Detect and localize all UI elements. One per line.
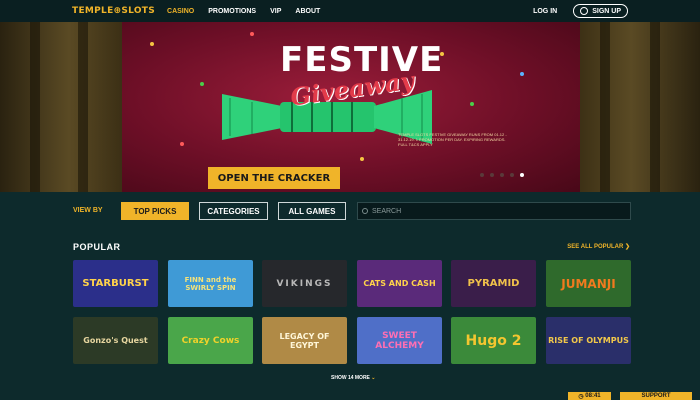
- carousel-dot[interactable]: [510, 173, 514, 177]
- festive-light: [180, 142, 184, 146]
- top-navigation: TEMPLE⊕SLOTS CASINO PROMOTIONS VIP ABOUT…: [0, 0, 700, 22]
- gem-icon: [580, 7, 589, 15]
- show-more-link[interactable]: SHOW 14 MORE ⌄: [331, 375, 376, 381]
- game-tile-vikings[interactable]: VIKINGS: [262, 260, 347, 307]
- see-all-popular-link[interactable]: SEE ALL POPULAR ❯: [567, 243, 630, 250]
- jungle-right-image: [575, 22, 700, 192]
- signup-label: SIGN UP: [592, 7, 621, 15]
- search-icon: [362, 208, 368, 214]
- festive-light: [150, 42, 154, 46]
- jungle-left-image: [0, 22, 125, 192]
- game-tile-crazy-cows[interactable]: Crazy Cows: [168, 317, 253, 364]
- top-picks-button[interactable]: TOP PICKS: [121, 202, 189, 220]
- signup-button[interactable]: SIGN UP: [573, 4, 628, 18]
- game-tile-pyramid[interactable]: PYRAMID: [451, 260, 536, 307]
- festive-light: [470, 102, 474, 106]
- festive-light: [250, 32, 254, 36]
- site-logo[interactable]: TEMPLE⊕SLOTS: [72, 6, 155, 16]
- game-tile-finn[interactable]: FINN and the SWIRLY SPIN: [168, 260, 253, 307]
- game-title: PYRAMID: [467, 278, 520, 289]
- tree-trunk: [30, 22, 40, 192]
- carousel-dots: [480, 173, 524, 177]
- show-more-label: SHOW 14 MORE: [331, 375, 370, 381]
- nav-casino[interactable]: CASINO: [167, 8, 194, 15]
- festive-light: [520, 72, 524, 76]
- chevron-down-icon: ⌄: [371, 375, 376, 381]
- carousel-dot[interactable]: [480, 173, 484, 177]
- view-by-label: VIEW BY: [73, 207, 103, 214]
- open-cracker-button[interactable]: OPEN THE CRACKER: [208, 167, 340, 189]
- search-input[interactable]: [372, 207, 612, 215]
- game-title: JUMANJI: [561, 276, 616, 291]
- game-title: RISE OF OLYMPUS: [548, 336, 629, 345]
- search-bar[interactable]: [357, 202, 631, 220]
- game-tile-legacy-of-egypt[interactable]: LEGACY OF EGYPT: [262, 317, 347, 364]
- nav-promotions[interactable]: PROMOTIONS: [208, 8, 256, 15]
- game-title: SWEET ALCHEMY: [375, 330, 424, 351]
- game-title: Crazy Cows: [181, 335, 240, 346]
- carousel-dot-active[interactable]: [520, 173, 524, 177]
- tree-trunk: [600, 22, 610, 192]
- game-title: STARBURST: [82, 278, 149, 289]
- hero-banner[interactable]: FESTIVE Giveaway TEMPLE SLOTS FESTIVE GI…: [0, 22, 700, 192]
- main-nav: CASINO PROMOTIONS VIP ABOUT: [167, 8, 320, 15]
- game-tile-rise-of-olympus[interactable]: RISE OF OLYMPUS: [546, 317, 631, 364]
- section-title: POPULAR: [73, 242, 121, 252]
- game-tile-starburst[interactable]: STARBURST: [73, 260, 158, 307]
- festive-light: [360, 157, 364, 161]
- game-title: Gonzo's Quest: [83, 336, 148, 345]
- game-tile-sweet-alchemy[interactable]: SWEET ALCHEMY: [357, 317, 442, 364]
- nav-about[interactable]: ABOUT: [295, 8, 320, 15]
- game-tile-jumanji[interactable]: JUMANJI: [546, 260, 631, 307]
- game-title: FINN and the SWIRLY SPIN: [184, 275, 237, 292]
- promo-terms: TEMPLE SLOTS FESTIVE GIVEAWAY RUNS FROM …: [398, 132, 507, 148]
- clock-icon: ◷: [578, 394, 586, 400]
- all-games-button[interactable]: ALL GAMES: [278, 202, 346, 220]
- login-link[interactable]: LOG IN: [533, 8, 557, 15]
- tree-trunk: [650, 22, 660, 192]
- carousel-dot[interactable]: [490, 173, 494, 177]
- categories-button[interactable]: CATEGORIES: [199, 202, 268, 220]
- festive-light: [200, 82, 204, 86]
- game-title: VIKINGS: [276, 278, 333, 289]
- clock-time: 08:41: [585, 393, 601, 399]
- game-tile-gonzos-quest[interactable]: Gonzo's Quest: [73, 317, 158, 364]
- game-title: LEGACY OF EGYPT: [279, 331, 330, 350]
- game-title: CATS AND CASH: [363, 279, 436, 288]
- carousel-dot[interactable]: [500, 173, 504, 177]
- game-title: Hugo 2: [465, 332, 522, 349]
- account-actions: LOG IN SIGN UP: [533, 0, 628, 22]
- game-tile-hugo-2[interactable]: Hugo 2: [451, 317, 536, 364]
- clock-button[interactable]: ◷ 08:41: [568, 392, 611, 400]
- tree-trunk: [78, 22, 88, 192]
- support-button[interactable]: SUPPORT: [620, 392, 692, 400]
- nav-vip[interactable]: VIP: [270, 8, 281, 15]
- game-tile-cats-and-cash[interactable]: CATS AND CASH: [357, 260, 442, 307]
